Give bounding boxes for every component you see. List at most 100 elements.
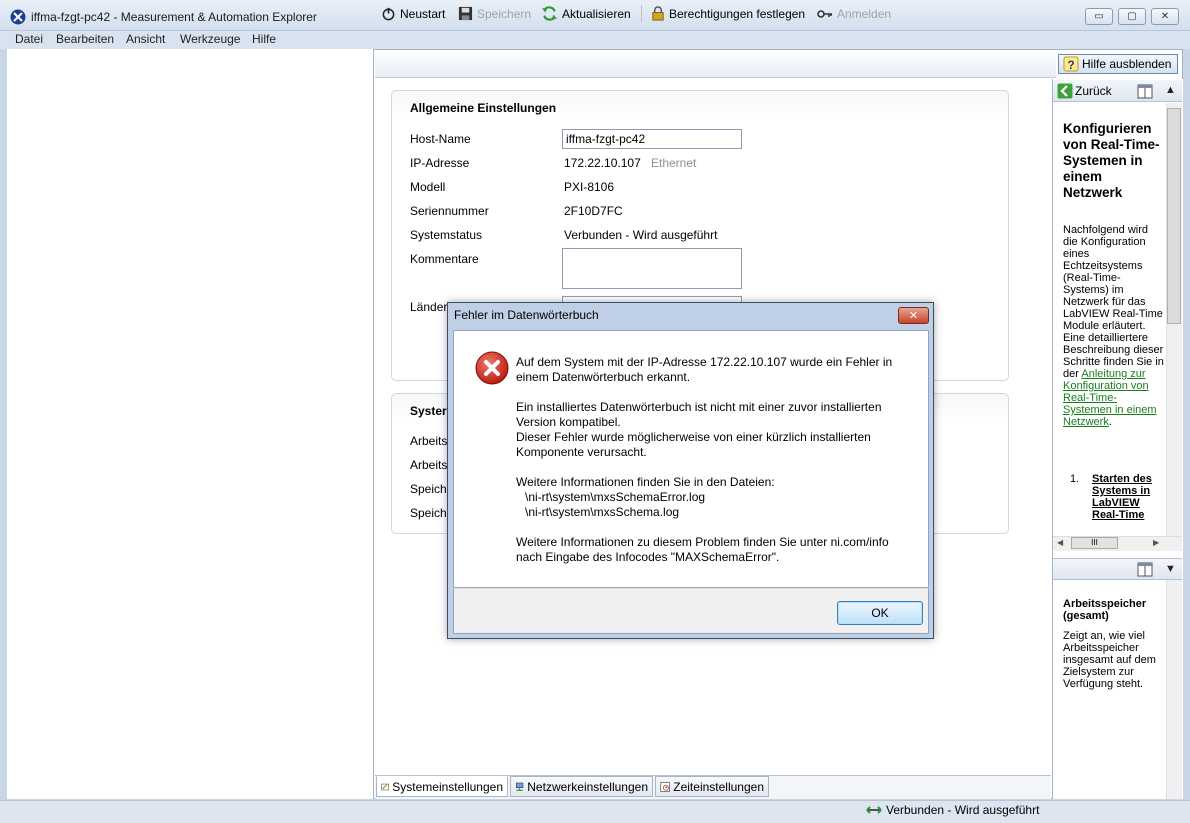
help-topic-body: Nachfolgend wird die Konfiguration eines…	[1063, 224, 1165, 428]
model-value: PXI-8106	[564, 180, 615, 194]
help-back-label: Zurück	[1075, 84, 1112, 98]
storage-total-label: Speich	[410, 482, 447, 496]
chevron-up-icon[interactable]: ▲	[1165, 84, 1176, 96]
locale-label: Länder	[410, 300, 448, 314]
restart-label: Neustart	[400, 6, 446, 21]
memory-total-label: Arbeits	[410, 434, 448, 448]
network-icon	[515, 782, 524, 791]
tab-time-settings[interactable]: Zeiteinstellungen	[655, 776, 769, 797]
toolbar	[375, 52, 1056, 78]
system-status-value: Verbunden - Wird ausgeführt	[564, 228, 718, 242]
refresh-icon	[542, 6, 557, 21]
menu-bearbeiten[interactable]: Bearbeiten	[56, 32, 114, 46]
back-arrow-icon	[1057, 83, 1073, 99]
memory-free-label: Arbeits	[410, 458, 448, 472]
floppy-disk-icon	[458, 6, 473, 21]
tab-network-settings[interactable]: Netzwerkeinstellungen	[510, 776, 653, 797]
dialog-message-line-2: einem Datenwörterbuch erkannt.	[516, 370, 691, 384]
help-window-layout-icon[interactable]	[1137, 84, 1153, 99]
help-step-link[interactable]: Starten des Systems in LabVIEW Real-Time	[1092, 473, 1158, 529]
context-help-header	[1053, 558, 1182, 580]
tab-network-settings-label: Netzwerkeinstellungen	[527, 779, 648, 794]
connected-icon	[866, 806, 882, 814]
system-status-label: Systemstatus	[410, 228, 483, 242]
close-window-button[interactable]: ✕	[1151, 8, 1179, 25]
key-icon	[817, 9, 832, 18]
context-help-text: Zeigt an, wie viel Arbeitsspeicher insge…	[1063, 630, 1156, 690]
error-dialog: Fehler im Datenwörterbuch ✕ Auf dem Syst…	[447, 302, 934, 639]
svg-text:?: ?	[1067, 58, 1074, 72]
help-question-icon: ?	[1063, 56, 1079, 72]
max-app-icon	[10, 9, 26, 25]
help-vertical-scroll-thumb[interactable]	[1167, 108, 1181, 324]
help-topic-title: Konfigurieren von Real-Time-Systemen in …	[1063, 121, 1160, 200]
menu-werkzeuge[interactable]: Werkzeuge	[180, 32, 240, 46]
tab-time-settings-label: Zeiteinstellungen	[673, 779, 764, 794]
dialog-footer: OK	[453, 588, 929, 634]
dialog-log-path-2: \ni-rt\system\mxsSchema.log	[525, 505, 680, 519]
save-button[interactable]: Speichern	[458, 4, 531, 23]
menu-ansicht[interactable]: Ansicht	[126, 32, 165, 46]
scroll-left-icon[interactable]: ◀	[1057, 538, 1063, 547]
dialog-message-line-10: Weitere Informationen zu diesem Problem …	[516, 535, 889, 549]
ip-address-label: IP-Adresse	[410, 156, 470, 170]
minimize-icon: ▭	[1094, 11, 1104, 22]
dialog-message-line-5: Dieser Fehler wurde möglicherweise von e…	[516, 430, 871, 444]
login-label: Anmelden	[837, 6, 892, 21]
dialog-title: Fehler im Datenwörterbuch	[454, 308, 599, 322]
refresh-label: Aktualisieren	[562, 6, 631, 21]
ip-address-value: 172.22.10.107	[564, 156, 641, 170]
dialog-message-line-1: Auf dem System mit der IP-Adresse 172.22…	[516, 355, 893, 369]
calendar-clock-icon	[660, 781, 670, 792]
help-intro-text: Nachfolgend wird die Konfiguration eines…	[1063, 224, 1164, 380]
storage-free-label: Speich	[410, 506, 447, 520]
dialog-message-line-4: Version kompatibel.	[516, 415, 621, 429]
tab-system-settings[interactable]: Systemeinstellungen	[376, 776, 508, 797]
maximize-button[interactable]: ▢	[1118, 8, 1146, 25]
close-icon: ✕	[1160, 11, 1170, 22]
comments-textarea[interactable]	[562, 248, 742, 289]
status-text: Verbunden - Wird ausgeführt	[886, 803, 1040, 817]
context-help-scrollbar[interactable]	[1166, 580, 1182, 799]
window-title: iffma-fzgt-pc42 - Measurement & Automati…	[31, 10, 317, 24]
comments-label: Kommentare	[410, 252, 479, 266]
hide-help-label: Hilfe ausblenden	[1082, 57, 1172, 71]
menu-hilfe[interactable]: Hilfe	[252, 32, 276, 46]
save-label: Speichern	[477, 6, 532, 21]
chevron-down-icon[interactable]: ▼	[1165, 563, 1176, 575]
ok-button[interactable]: OK	[837, 601, 923, 625]
tab-system-settings-label: Systemeinstellungen	[392, 779, 503, 794]
power-icon	[382, 7, 395, 21]
system-resources-title: Syster	[410, 404, 447, 418]
dialog-body: Auf dem System mit der IP-Adresse 172.22…	[453, 330, 929, 588]
model-label: Modell	[410, 180, 446, 194]
dialog-message-line-11: nach Eingabe des Infocodes "MAXSchemaErr…	[516, 550, 780, 564]
menu-datei[interactable]: Datei	[15, 32, 43, 46]
set-permissions-button[interactable]: Berechtigungen festlegen	[651, 4, 805, 23]
serial-number-label: Seriennummer	[410, 204, 489, 218]
restart-button[interactable]: Neustart	[381, 4, 445, 23]
lock-icon	[652, 6, 664, 21]
host-name-label: Host-Name	[410, 132, 471, 146]
context-help-title: Arbeitsspeicher (gesamt)	[1063, 598, 1147, 622]
configuration-tree-pane[interactable]	[7, 49, 374, 799]
scroll-right-icon[interactable]: ▶	[1153, 538, 1159, 547]
help-step-number: 1.	[1070, 473, 1080, 485]
minimize-button[interactable]: ▭	[1085, 8, 1113, 25]
dialog-message-line-3: Ein installiertes Datenwörterbuch ist ni…	[516, 400, 882, 414]
context-help-layout-icon[interactable]	[1137, 562, 1153, 577]
help-horizontal-scroll-thumb[interactable]: III	[1071, 537, 1118, 549]
refresh-button[interactable]: Aktualisieren	[541, 4, 631, 23]
hide-help-button[interactable]: ? Hilfe ausblenden	[1058, 54, 1178, 74]
set-permissions-label: Berechtigungen festlegen	[669, 6, 806, 21]
host-name-input[interactable]	[562, 129, 742, 149]
help-period: .	[1108, 416, 1112, 428]
toolbar-separator	[641, 5, 642, 22]
ip-address-type: Ethernet	[651, 156, 697, 170]
system-settings-icon	[381, 783, 389, 790]
help-back-button[interactable]: Zurück	[1057, 83, 1112, 99]
dialog-message-line-6: Komponente verursacht.	[516, 445, 647, 459]
dialog-close-button[interactable]: ✕	[898, 307, 929, 324]
general-settings-title: Allgemeine Einstellungen	[410, 101, 557, 115]
login-button[interactable]: Anmelden	[817, 4, 891, 23]
